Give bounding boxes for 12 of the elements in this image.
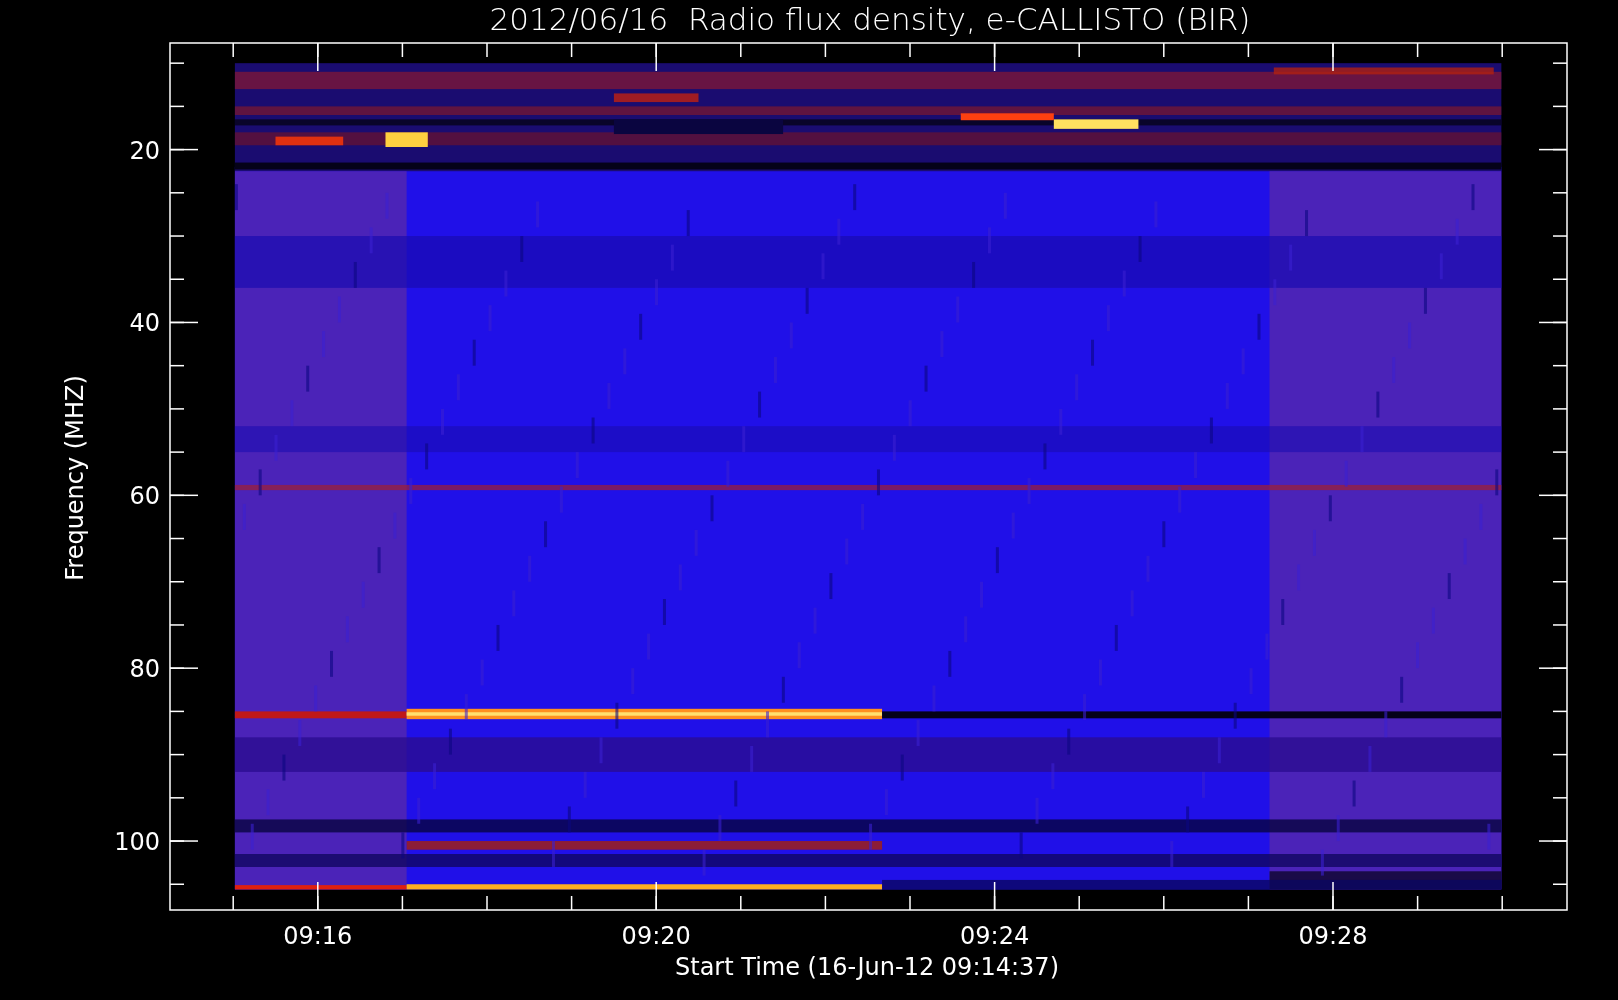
- x-tick-label: 09:28: [1298, 922, 1368, 950]
- y-tick-label: 60: [129, 482, 160, 511]
- chart-title: 2012/06/16 Radio flux density, e-CALLISTO (BIR): [489, 1, 1251, 37]
- x-tick-label: 09:16: [283, 922, 353, 950]
- y-tick-label: 40: [129, 309, 160, 338]
- y-tick-label: 80: [129, 655, 160, 684]
- y-axis-title: Frequency (MHZ): [61, 375, 89, 581]
- y-tick-label: 100: [114, 828, 160, 857]
- x-tick-label: 09:20: [621, 922, 691, 950]
- y-tick-label: 20: [129, 136, 160, 165]
- x-tick-label: 09:24: [960, 922, 1030, 950]
- x-axis-title: Start Time (16-Jun-12 09:14:37): [675, 953, 1059, 981]
